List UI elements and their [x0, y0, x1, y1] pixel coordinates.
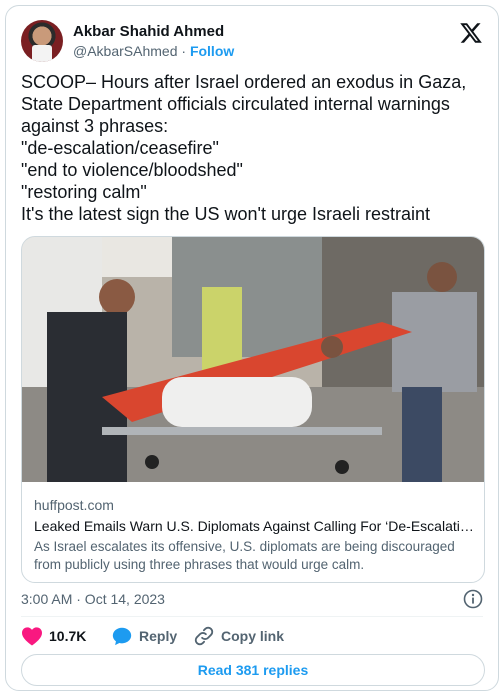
article-photo[interactable]	[22, 237, 485, 482]
like-button[interactable]: 10.7K	[21, 622, 86, 650]
copy-link-label: Copy link	[221, 628, 285, 644]
author-handle[interactable]: @AkbarSAhmed	[73, 43, 177, 59]
link-title: Leaked Emails Warn U.S. Diplomats Agains…	[34, 518, 474, 534]
reply-bubble-icon	[112, 627, 132, 646]
read-replies-label: Read 381 replies	[197, 662, 309, 678]
follow-button[interactable]: Follow	[190, 43, 234, 59]
tweet-header: Akbar Shahid Ahmed @AkbarSAhmed · Follow	[21, 20, 483, 64]
heart-icon	[22, 627, 42, 646]
info-icon[interactable]	[463, 589, 483, 609]
tweet-card: Akbar Shahid Ahmed @AkbarSAhmed · Follow…	[5, 5, 499, 691]
reply-button[interactable]: Reply	[111, 622, 177, 650]
x-logo-icon[interactable]	[459, 21, 483, 45]
link-domain: huffpost.com	[34, 497, 114, 513]
like-count: 10.7K	[49, 628, 87, 644]
divider	[21, 616, 483, 617]
link-preview-card[interactable]: huffpost.com Leaked Emails Warn U.S. Dip…	[21, 236, 485, 583]
copy-link-button[interactable]: Copy link	[193, 622, 284, 650]
read-replies-button[interactable]: Read 381 replies	[21, 654, 485, 686]
author-name[interactable]: Akbar Shahid Ahmed	[73, 23, 224, 40]
link-description: As Israel escalates its offensive, U.S. …	[34, 539, 455, 572]
avatar[interactable]	[21, 20, 63, 62]
link-icon	[194, 626, 214, 646]
tweet-text: SCOOP– Hours after Israel ordered an exo…	[21, 72, 467, 224]
tweet-timestamp[interactable]: 3:00 AM · Oct 14, 2023	[21, 591, 165, 607]
reply-label: Reply	[139, 628, 178, 644]
action-bar: 10.7K Reply Copy link	[21, 622, 481, 650]
separator-dot: ·	[181, 43, 187, 59]
author-handle-line: @AkbarSAhmed · Follow	[73, 43, 234, 59]
